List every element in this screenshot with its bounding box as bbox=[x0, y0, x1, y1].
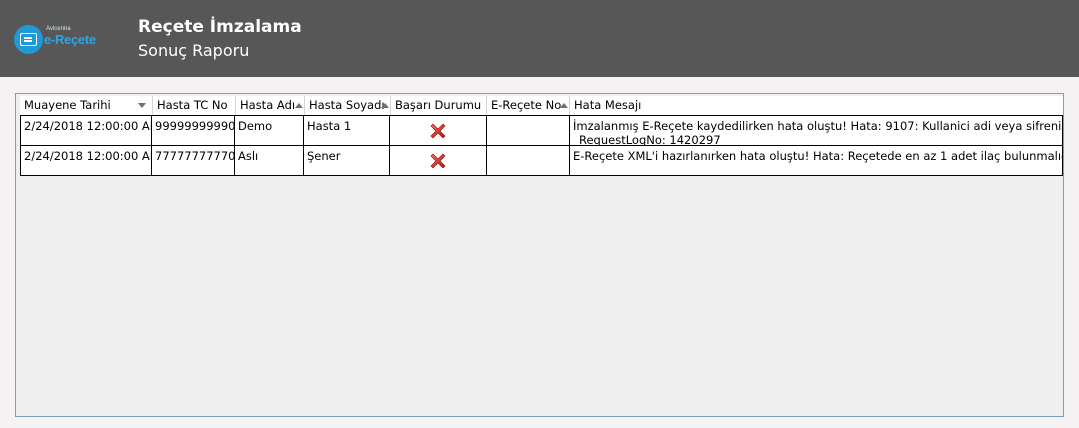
column-header-label: Muayene Tarihi bbox=[24, 98, 111, 112]
sort-ascending-icon bbox=[295, 103, 303, 108]
column-header-hasta-tc-no[interactable]: Hasta TC No bbox=[153, 96, 236, 115]
column-header-label: Hasta Soyadı bbox=[309, 98, 385, 112]
error-message-text: İmzalanmış E-Reçete kaydedilirken hata o… bbox=[573, 119, 1062, 133]
column-header-label: Başarı Durumu bbox=[395, 98, 482, 112]
error-message-text: E-Reçete XML'i hazırlanırken hata oluştu… bbox=[573, 149, 1062, 163]
error-x-icon bbox=[430, 153, 446, 169]
cell-muayene-tarihi[interactable]: 2/24/2018 12:00:00 AM bbox=[21, 116, 152, 145]
page-title: Reçete İmzalama bbox=[138, 17, 302, 37]
error-x-icon bbox=[430, 123, 446, 139]
cell-hata-mesaji[interactable]: İmzalanmış E-Reçete kaydedilirken hata o… bbox=[570, 116, 1062, 145]
cell-basari-durumu[interactable] bbox=[390, 116, 487, 145]
column-header-muayene-tarihi[interactable]: Muayene Tarihi bbox=[20, 96, 153, 115]
logo-brand-text: e-Reçete bbox=[44, 32, 96, 47]
page-subtitle: Sonuç Raporu bbox=[138, 41, 250, 60]
cell-hasta-adi[interactable]: Demo bbox=[235, 116, 304, 145]
grid-body: 2/24/2018 12:00:00 AM 99999999990 Demo H… bbox=[20, 115, 1063, 176]
column-header-basari-durumu[interactable]: Başarı Durumu bbox=[391, 96, 487, 115]
column-header-e-recete-no[interactable]: E-Reçete No bbox=[487, 96, 570, 115]
column-header-hasta-adi[interactable]: Hasta Adı bbox=[236, 96, 305, 115]
column-header-hasta-soyadi[interactable]: Hasta Soyadı bbox=[305, 96, 391, 115]
cell-hasta-adi[interactable]: Aslı bbox=[235, 146, 304, 175]
table-row[interactable]: 2/24/2018 12:00:00 AM 77777777770 Aslı Ş… bbox=[21, 146, 1062, 175]
column-header-hata-mesaji[interactable]: Hata Mesajı bbox=[570, 96, 1063, 115]
cell-hata-mesaji[interactable]: E-Reçete XML'i hazırlanırken hata oluştu… bbox=[570, 146, 1062, 175]
sort-ascending-icon bbox=[381, 103, 389, 108]
prescription-icon bbox=[14, 25, 43, 54]
cell-e-recete-no[interactable] bbox=[487, 146, 570, 175]
app-logo: Avicenna e-Reçete bbox=[14, 22, 96, 56]
error-message-line2: RequestLogNo: 1420297 bbox=[579, 133, 721, 145]
cell-e-recete-no[interactable] bbox=[487, 116, 570, 145]
grid-header-row: Muayene Tarihi Hasta TC No Hasta Adı Has… bbox=[20, 96, 1063, 115]
sort-descending-icon bbox=[138, 103, 146, 108]
sort-ascending-icon bbox=[560, 103, 568, 108]
result-grid[interactable]: Muayene Tarihi Hasta TC No Hasta Adı Has… bbox=[15, 93, 1064, 417]
cell-hasta-soyadi[interactable]: Şener bbox=[304, 146, 390, 175]
column-header-label: E-Reçete No bbox=[491, 98, 562, 112]
cell-muayene-tarihi[interactable]: 2/24/2018 12:00:00 AM bbox=[21, 146, 152, 175]
column-header-label: Hata Mesajı bbox=[574, 98, 642, 112]
column-header-label: Hasta TC No bbox=[157, 98, 228, 112]
app-header: Avicenna e-Reçete Reçete İmzalama Sonuç … bbox=[0, 0, 1079, 77]
table-row[interactable]: 2/24/2018 12:00:00 AM 99999999990 Demo H… bbox=[21, 116, 1062, 146]
cell-hasta-soyadi[interactable]: Hasta 1 bbox=[304, 116, 390, 145]
cell-hasta-tc-no[interactable]: 77777777770 bbox=[152, 146, 235, 175]
cell-basari-durumu[interactable] bbox=[390, 146, 487, 175]
cell-hasta-tc-no[interactable]: 99999999990 bbox=[152, 116, 235, 145]
column-header-label: Hasta Adı bbox=[240, 98, 296, 112]
